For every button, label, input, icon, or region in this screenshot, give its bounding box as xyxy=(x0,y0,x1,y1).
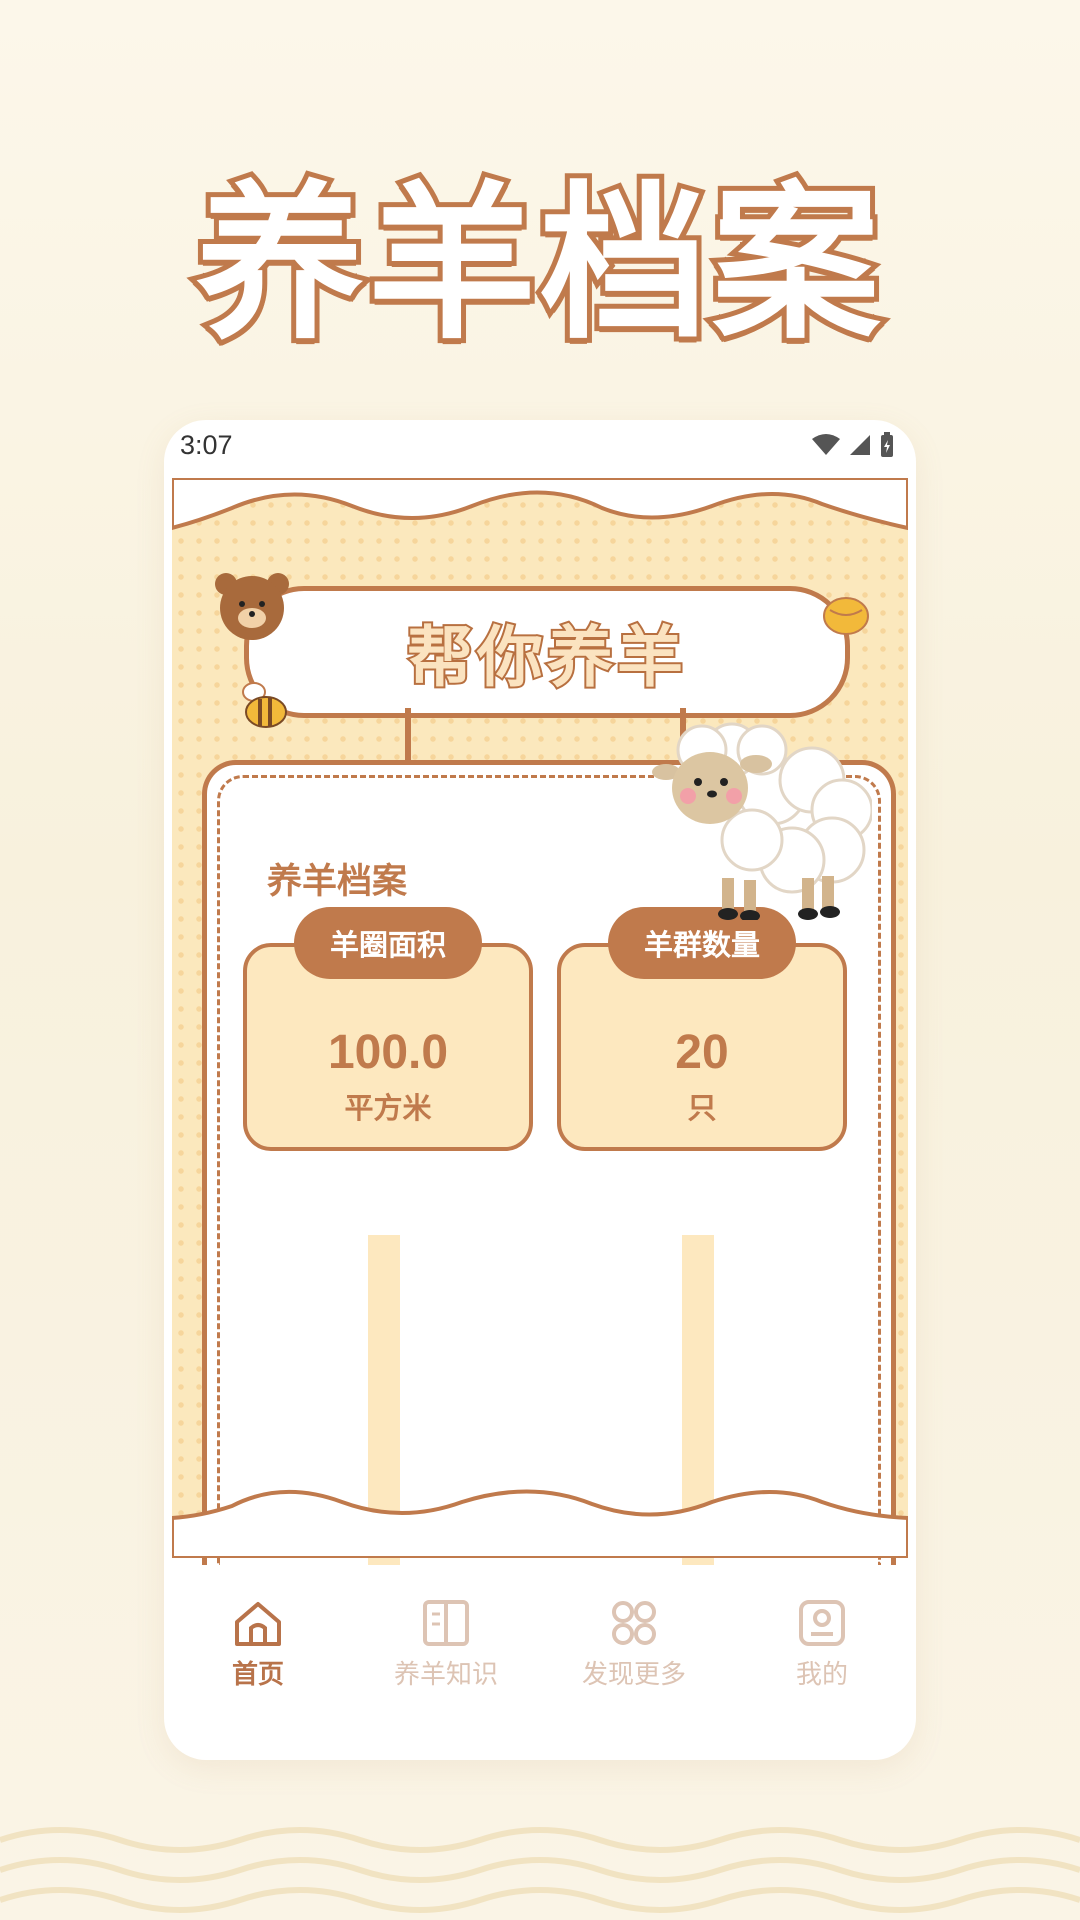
bottom-tab-bar: 首页 养羊知识 发现更多 我的 xyxy=(164,1590,916,1730)
tab-knowledge[interactable]: 养羊知识 xyxy=(352,1590,540,1730)
book-icon xyxy=(423,1600,469,1646)
grid-icon xyxy=(612,1601,656,1645)
tab-knowledge-label: 养羊知识 xyxy=(393,1660,498,1690)
tab-discover-label: 发现更多 xyxy=(581,1660,686,1690)
pen-area-tag: 羊圈面积 xyxy=(294,907,482,979)
poster-title: 养羊档案 xyxy=(191,161,885,367)
title-banner: 帮你养羊 xyxy=(244,586,850,718)
tab-home-label: 首页 xyxy=(231,1660,284,1690)
status-time: 3:07 xyxy=(180,430,233,460)
flock-count-card[interactable]: 羊群数量 20 只 xyxy=(557,907,847,1151)
flock-count-value: 20 xyxy=(675,1026,729,1079)
status-icons xyxy=(812,432,894,458)
profile-icon xyxy=(799,1600,845,1646)
tab-profile[interactable]: 我的 xyxy=(728,1590,916,1730)
tab-discover[interactable]: 发现更多 xyxy=(540,1590,728,1730)
bear-icon xyxy=(215,573,289,640)
battery-icon xyxy=(881,432,893,457)
section-title: 养羊档案 xyxy=(267,862,408,902)
background-wave-decoration xyxy=(0,1827,1080,1913)
home-icon xyxy=(235,1602,281,1646)
bee-icon xyxy=(242,682,287,728)
tab-profile-label: 我的 xyxy=(795,1660,848,1690)
pen-area-card[interactable]: 羊圈面积 100.0 平方米 xyxy=(243,907,533,1151)
pen-area-value: 100.0 xyxy=(327,1026,449,1079)
pen-area-unit: 平方米 xyxy=(344,1091,432,1125)
banner-title: 帮你养羊 xyxy=(405,617,687,698)
wifi-icon xyxy=(812,434,840,455)
tab-home[interactable]: 首页 xyxy=(164,1590,352,1730)
main-scene: 帮你养羊 养羊档案 羊圈面积 100.0 平方米 羊群数量 20 只 xyxy=(172,478,908,1565)
top-cloud-decoration xyxy=(172,478,908,531)
honey-pot-icon xyxy=(823,597,869,635)
sheep-icon xyxy=(652,722,872,920)
bottom-cloud-decoration xyxy=(172,1489,908,1558)
flock-count-unit: 只 xyxy=(687,1091,717,1125)
phone-frame: 3:07 帮你养羊 养羊档案 羊圈面积 100.0 平方米 羊群数量 20 只 … xyxy=(164,420,916,1760)
cellular-signal-icon xyxy=(850,435,870,455)
